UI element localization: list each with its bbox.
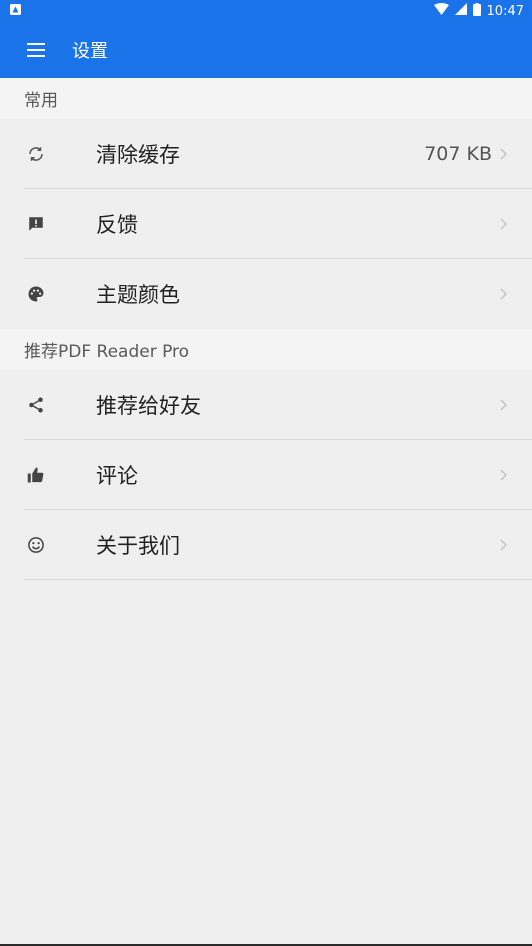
theme-color-row[interactable]: 主题颜色 [0,259,532,329]
palette-icon [24,282,48,306]
share-icon [24,393,48,417]
theme-color-label: 主题颜色 [96,283,180,307]
section-recommend: 推荐给好友 评论 关于我们 [0,370,532,580]
chevron-right-icon [498,538,508,552]
thumbs-up-icon [24,463,48,487]
signal-icon [454,3,467,19]
chevron-right-icon [498,398,508,412]
section-header-recommend: 推荐PDF Reader Pro [0,329,532,370]
about-row[interactable]: 关于我们 [0,510,532,580]
feedback-label: 反馈 [96,213,138,237]
share-label: 推荐给好友 [96,394,201,418]
refresh-icon [24,142,48,166]
notification-icon [10,3,21,19]
feedback-icon [24,212,48,236]
smiley-icon [24,533,48,557]
review-row[interactable]: 评论 [0,440,532,510]
chevron-right-icon [498,147,508,161]
review-label: 评论 [96,464,138,488]
chevron-right-icon [498,217,508,231]
divider [24,579,532,580]
section-common: 清除缓存 707 KB 反馈 主题颜色 [0,119,532,329]
page-title: 设置 [72,41,108,62]
app-bar: 设置 [0,22,532,78]
battery-icon [472,2,481,20]
about-label: 关于我们 [96,534,180,558]
chevron-right-icon [498,468,508,482]
chevron-right-icon [498,287,508,301]
status-bar: 10:47 [0,0,532,22]
clear-cache-label: 清除缓存 [96,143,180,167]
share-row[interactable]: 推荐给好友 [0,370,532,440]
wifi-icon [433,3,449,19]
clear-cache-row[interactable]: 清除缓存 707 KB [0,119,532,189]
section-header-common: 常用 [0,78,532,119]
feedback-row[interactable]: 反馈 [0,189,532,259]
menu-icon[interactable] [24,38,48,62]
status-time: 10:47 [486,3,524,19]
cache-size-value: 707 KB [424,143,492,165]
